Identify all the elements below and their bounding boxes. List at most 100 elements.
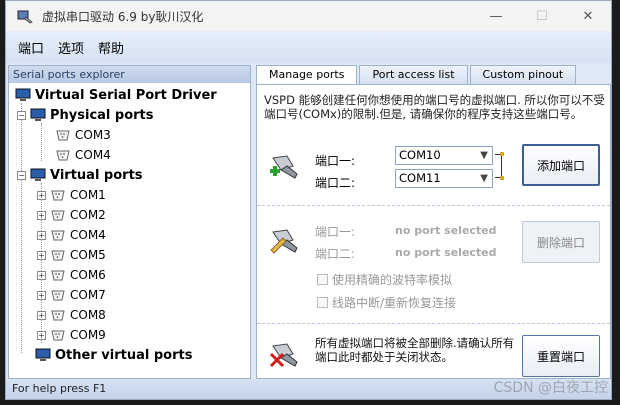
tree-physical-port[interactable]: COM3 [9, 125, 250, 145]
port-label: COM6 [70, 268, 106, 282]
title-bar: 虚拟串口驱动 6.9 by耿川汉化 — ☐ ✕ [6, 1, 611, 31]
tree-virtual-port[interactable]: + COM1 [9, 185, 250, 205]
divider [257, 205, 610, 206]
serial-port-icon [51, 250, 65, 260]
reset-ports-button[interactable]: 重置端口 [522, 335, 600, 377]
minimize-button[interactable]: — [473, 1, 519, 31]
description-text: VSPD 能够创建任何你想使用的端口号的虚拟端口. 所以你可以不受端口号(COM… [264, 93, 605, 121]
monitor-icon [30, 168, 46, 181]
serial-port-icon [51, 190, 65, 200]
physical-ports-label: Physical ports [50, 107, 154, 123]
collapse-icon[interactable]: − [17, 170, 26, 180]
tree-physical-ports[interactable]: − Physical ports [9, 105, 250, 125]
port-label: COM4 [70, 228, 106, 242]
link-dot [500, 152, 504, 156]
chevron-down-icon: ▼ [480, 173, 488, 184]
add-port2-value: COM11 [399, 171, 441, 185]
delete-port1-label: 端口一: [315, 225, 356, 239]
collapse-icon[interactable]: − [17, 110, 26, 120]
add-port-button[interactable]: 添加端口 [522, 144, 600, 186]
expand-icon[interactable]: + [37, 210, 46, 220]
line-break-option[interactable]: 线路中断/重新恢复连接 [317, 294, 456, 311]
tab-manage-ports[interactable]: Manage ports [256, 65, 358, 84]
baud-rate-checkbox[interactable] [317, 274, 328, 285]
expand-icon[interactable]: + [37, 190, 46, 200]
other-virtual-ports-label: Other virtual ports [55, 347, 193, 363]
tab-custom-pinout[interactable]: Custom pinout [469, 65, 577, 84]
watermark: CSDN @白夜工控 [493, 380, 608, 396]
serial-ports-explorer: Serial ports explorer Virtual Serial Por… [8, 65, 251, 379]
app-icon [17, 10, 33, 24]
tree-virtual-port[interactable]: + COM5 [9, 245, 250, 265]
port-label: COM2 [70, 208, 106, 222]
explorer-header: Serial ports explorer [9, 66, 250, 83]
delete-port2-label: 端口二: [315, 247, 356, 261]
close-button[interactable]: ✕ [565, 1, 611, 31]
tree-virtual-port[interactable]: + COM9 [9, 325, 250, 345]
tree-virtual-ports[interactable]: − Virtual ports [9, 165, 250, 185]
baud-rate-option[interactable]: 使用精确的波特率模拟 [317, 271, 452, 288]
serial-port-icon [51, 310, 65, 320]
port-label: COM3 [75, 128, 111, 142]
monitor-icon [30, 108, 46, 121]
line-break-label: 线路中断/重新恢复连接 [332, 296, 457, 310]
menu-ports[interactable]: 端口 [18, 38, 44, 57]
link-bracket [495, 154, 502, 178]
expand-icon[interactable]: + [37, 310, 46, 320]
delete-port1-value: no port selected [395, 224, 497, 237]
add-port2-label: 端口二: [315, 176, 356, 190]
port-label: COM8 [70, 308, 106, 322]
tree-virtual-port[interactable]: + COM6 [9, 265, 250, 285]
serial-port-icon [51, 270, 65, 280]
expand-icon[interactable]: + [37, 250, 46, 260]
monitor-icon [35, 348, 51, 361]
delete-port2-value: no port selected [395, 246, 497, 259]
add-port-icon [270, 155, 298, 179]
reset-port-icon [269, 343, 298, 368]
serial-port-icon [51, 330, 65, 340]
line-break-checkbox[interactable] [317, 297, 328, 308]
port-label: COM7 [70, 288, 106, 302]
expand-icon[interactable]: + [37, 230, 46, 240]
reset-description: 所有虚拟端口将被全部删除.请确认所有端口此时都处于关闭状态。 [315, 336, 515, 364]
app-window: 虚拟串口驱动 6.9 by耿川汉化 — ☐ ✕ 端口 选项 帮助 Serial … [5, 0, 612, 400]
port-tree: Virtual Serial Port Driver − Physical po… [9, 83, 250, 365]
expand-icon[interactable]: + [37, 330, 46, 340]
port-label: COM1 [70, 188, 106, 202]
divider [257, 323, 610, 324]
window-controls: — ☐ ✕ [473, 1, 611, 31]
tree-other-virtual-ports[interactable]: Other virtual ports [9, 345, 250, 365]
tree-virtual-port[interactable]: + COM8 [9, 305, 250, 325]
tree-virtual-port[interactable]: + COM2 [9, 205, 250, 225]
serial-port-icon [51, 210, 65, 220]
tab-port-access-list[interactable]: Port access list [359, 65, 468, 84]
virtual-ports-label: Virtual ports [50, 167, 143, 183]
tree-root[interactable]: Virtual Serial Port Driver [9, 85, 250, 105]
tree-physical-port[interactable]: COM4 [9, 145, 250, 165]
expand-icon[interactable]: + [37, 290, 46, 300]
serial-port-icon [56, 130, 70, 140]
delete-port-button[interactable]: 删除端口 [522, 221, 600, 263]
add-port1-value: COM10 [399, 148, 441, 162]
serial-port-icon [51, 290, 65, 300]
menu-bar: 端口 选项 帮助 [6, 31, 611, 63]
add-port2-select[interactable]: COM11 ▼ [395, 169, 493, 188]
menu-options[interactable]: 选项 [58, 38, 84, 57]
edit-port-icon [270, 229, 298, 254]
tab-strip: Manage ports Port access list Custom pin… [256, 65, 578, 84]
window-title: 虚拟串口驱动 6.9 by耿川汉化 [42, 9, 204, 24]
expand-icon[interactable]: + [37, 270, 46, 280]
link-dot [500, 176, 504, 180]
serial-port-icon [56, 150, 70, 160]
tree-root-label: Virtual Serial Port Driver [35, 87, 217, 103]
port-label: COM9 [70, 328, 106, 342]
add-port1-select[interactable]: COM10 ▼ [395, 146, 493, 165]
tree-virtual-port[interactable]: + COM4 [9, 225, 250, 245]
menu-help[interactable]: 帮助 [98, 38, 124, 57]
tree-virtual-port[interactable]: + COM7 [9, 285, 250, 305]
add-port1-label: 端口一: [315, 154, 356, 168]
manage-ports-panel: VSPD 能够创建任何你想使用的端口号的虚拟端口. 所以你可以不受端口号(COM… [256, 84, 611, 379]
port-label: COM4 [75, 148, 111, 162]
maximize-button[interactable]: ☐ [519, 1, 565, 31]
computer-icon [15, 88, 31, 101]
